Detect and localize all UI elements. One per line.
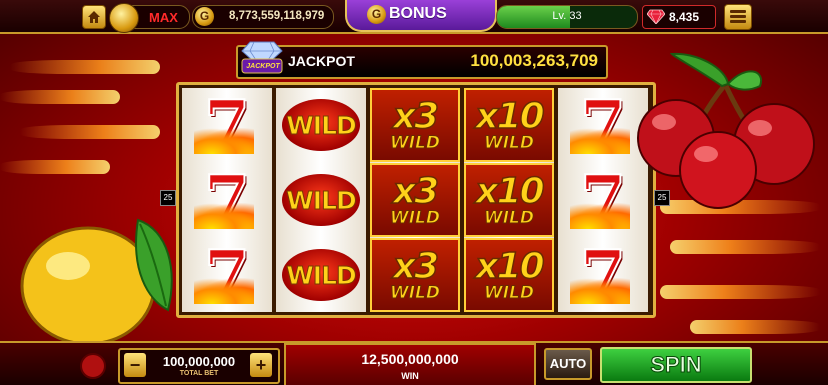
- win-display: 12,500,000,000 WIN: [284, 343, 536, 385]
- reel-3: x3 WILD x3 WILD x3 WILD: [370, 88, 460, 312]
- reel-1: 7 7 7: [182, 85, 272, 315]
- jackpot-display: JACKPOT JACKPOT 100,003,263,709: [236, 41, 608, 79]
- increase-bet-button[interactable]: +: [250, 353, 272, 377]
- home-button[interactable]: [82, 5, 106, 29]
- win-value: 12,500,000,000: [361, 351, 459, 367]
- flame-icon: [194, 203, 254, 229]
- jackpot-diamond-icon: [241, 41, 283, 74]
- menu-button[interactable]: [724, 4, 752, 30]
- symbol-wild: WILD: [276, 238, 366, 312]
- symbol-x10-wild: x10 WILD: [464, 163, 554, 237]
- flame-icon: [570, 278, 630, 304]
- coin-icon: G: [195, 7, 214, 26]
- symbol-seven: 7: [182, 235, 272, 315]
- max-label: MAX: [149, 10, 178, 25]
- symbol-x10-wild: x10 WILD: [464, 238, 554, 312]
- total-bet-control: − 100,000,000 TOTAL BET +: [118, 348, 280, 384]
- gem-icon: [647, 9, 665, 24]
- jackpot-value: 100,003,263,709: [470, 51, 598, 70]
- jackpot-badge-text: JACKPOT: [246, 63, 280, 70]
- decrease-bet-button[interactable]: −: [124, 353, 146, 377]
- reel-5: 7 7 7: [558, 85, 648, 315]
- total-bet-label: TOTAL BET: [179, 370, 219, 377]
- auto-spin-button[interactable]: AUTO: [544, 348, 592, 380]
- coin-pile-icon: [109, 3, 139, 33]
- symbol-x3-wild: x3 WILD: [370, 88, 460, 162]
- flame-icon: [194, 278, 254, 304]
- symbol-x10-wild: x10 WILD: [464, 88, 554, 162]
- bonus-button[interactable]: G BONUS: [345, 0, 497, 32]
- coin-icon: G: [367, 5, 386, 24]
- symbol-seven: 7: [182, 85, 272, 165]
- reel-4: x10 WILD x10 WILD x10 WILD: [464, 88, 554, 312]
- home-icon: [88, 11, 100, 23]
- symbol-x3-wild: x3 WILD: [370, 163, 460, 237]
- cherries-icon: [637, 52, 815, 209]
- flame-icon: [570, 128, 630, 154]
- symbol-seven: 7: [558, 85, 648, 165]
- balance-value: 8,773,559,118,979: [229, 10, 325, 22]
- gem-balance[interactable]: 8,435: [642, 5, 716, 29]
- level-progress-bar[interactable]: Lv. 33: [496, 5, 638, 29]
- bet-speed-icon[interactable]: [80, 353, 106, 379]
- flame-icon: [570, 203, 630, 229]
- gem-value: 8,435: [669, 10, 700, 24]
- coin-balance[interactable]: G 8,773,559,118,979: [192, 5, 334, 29]
- symbol-wild: WILD: [276, 163, 366, 237]
- top-bar: MAX G 8,773,559,118,979 G BONUS Lv. 33 8…: [0, 0, 828, 34]
- spin-button[interactable]: SPIN: [600, 347, 752, 383]
- symbol-wild: WILD: [276, 88, 366, 162]
- bonus-label: BONUS: [389, 5, 447, 22]
- max-bet-indicator[interactable]: MAX: [109, 3, 190, 33]
- lemon-icon: [20, 218, 173, 346]
- jackpot-label: JACKPOT: [288, 53, 355, 69]
- symbol-seven: 7: [182, 160, 272, 240]
- level-label: Lv. 33: [552, 10, 582, 22]
- symbol-x3-wild: x3 WILD: [370, 238, 460, 312]
- reel-2: WILD WILD WILD: [276, 88, 366, 312]
- bottom-bar: − 100,000,000 TOTAL BET + 12,500,000,000…: [0, 341, 828, 385]
- win-label: WIN: [401, 371, 419, 381]
- flame-icon: [194, 128, 254, 154]
- reel-area[interactable]: 7 7 7 WILD WILD WILD x3 WILD x3 WILD x3 WIL…: [176, 82, 656, 318]
- total-bet-value: 100,000,000: [162, 354, 236, 369]
- symbol-seven: 7: [558, 235, 648, 315]
- symbol-seven: 7: [558, 160, 648, 240]
- payline-count-left: 25: [160, 190, 176, 206]
